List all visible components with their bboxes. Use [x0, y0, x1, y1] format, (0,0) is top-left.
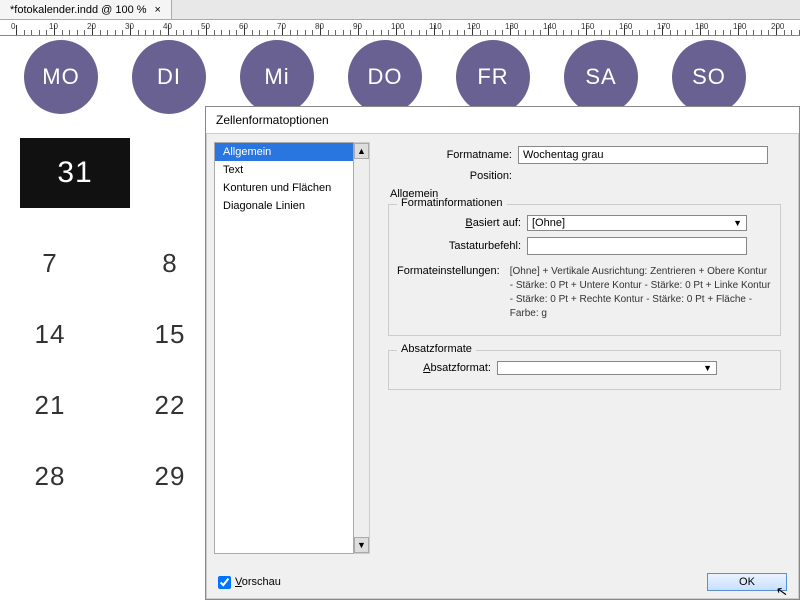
einstellungen-text: [Ohne] + Vertikale Ausrichtung: Zentrier…	[510, 265, 772, 321]
sidebar-item[interactable]: Konturen und Flächen	[215, 179, 353, 197]
close-icon[interactable]: ×	[155, 4, 161, 16]
fieldset-formatinfo: Formatinformationen Basiert auf: [Ohne] …	[388, 204, 781, 336]
sidebar-scrollbar[interactable]: ▲ ▼	[354, 142, 370, 554]
weekday-circle: SO	[672, 40, 746, 114]
cell-style-options-dialog: Zellenformatoptionen AllgemeinTextKontur…	[205, 106, 800, 600]
cursor-icon: ↖	[775, 582, 790, 601]
sidebar-item[interactable]: Diagonale Linien	[215, 197, 353, 215]
calendar-cell: 22	[140, 390, 200, 421]
ok-button[interactable]: OK ↖	[707, 573, 787, 591]
tastatur-input[interactable]	[527, 237, 747, 255]
fieldset-absatz: Absatzformate Absatzformat: ▼	[388, 350, 781, 390]
basiert-value: [Ohne]	[532, 217, 565, 229]
horizontal-ruler: 0102030405060708090100110120130140150160…	[0, 20, 800, 36]
chevron-down-icon: ▼	[703, 363, 712, 373]
calendar-cell: 31	[20, 138, 130, 208]
dialog-sidebar: AllgemeinTextKonturen und FlächenDiagona…	[214, 142, 354, 554]
document-tab[interactable]: *fotokalender.indd @ 100 % ×	[0, 0, 172, 19]
weekday-circle: FR	[456, 40, 530, 114]
legend-absatz: Absatzformate	[397, 343, 476, 355]
ok-label: OK	[739, 576, 755, 588]
calendar-cell: 28	[20, 461, 80, 492]
vorschau-checkbox[interactable]: Vorschau	[218, 576, 281, 589]
position-label: Position:	[388, 170, 518, 182]
vorschau-input[interactable]	[218, 576, 231, 589]
legend-formatinfo: Formatinformationen	[397, 197, 507, 209]
dialog-title: Zellenformatoptionen	[206, 107, 799, 134]
calendar-cell: 21	[20, 390, 80, 421]
calendar-cell: 8	[140, 248, 200, 279]
chevron-down-icon: ▼	[733, 218, 742, 228]
weekday-circle: Mi	[240, 40, 314, 114]
formatname-label: Formatname:	[388, 149, 518, 161]
weekday-circle: DI	[132, 40, 206, 114]
dialog-main-pane: Formatname: Position: Allgemein Formatin…	[378, 142, 791, 554]
calendar-cell: 7	[20, 248, 80, 279]
scroll-up-icon[interactable]: ▲	[354, 143, 369, 159]
basiert-label: Basiert auf:	[397, 217, 527, 229]
document-tab-bar: *fotokalender.indd @ 100 % ×	[0, 0, 800, 20]
basiert-dropdown[interactable]: [Ohne] ▼	[527, 215, 747, 231]
weekday-circle: SA	[564, 40, 638, 114]
absatz-dropdown[interactable]: ▼	[497, 361, 717, 375]
calendar-cell: 14	[20, 319, 80, 350]
einstellungen-label: Formateinstellungen:	[397, 265, 506, 277]
calendar-cell: 29	[140, 461, 200, 492]
calendar-cell: 15	[140, 319, 200, 350]
weekday-circle: DO	[348, 40, 422, 114]
sidebar-item[interactable]: Allgemein	[215, 143, 353, 161]
tastatur-label: Tastaturbefehl:	[397, 240, 527, 252]
vorschau-label: Vorschau	[235, 576, 281, 588]
scroll-down-icon[interactable]: ▼	[354, 537, 369, 553]
formatname-input[interactable]	[518, 146, 768, 164]
document-title: *fotokalender.indd @ 100 %	[10, 4, 147, 16]
weekday-circle: MO	[24, 40, 98, 114]
absatz-label: Absatzformat:	[397, 362, 497, 374]
sidebar-item[interactable]: Text	[215, 161, 353, 179]
